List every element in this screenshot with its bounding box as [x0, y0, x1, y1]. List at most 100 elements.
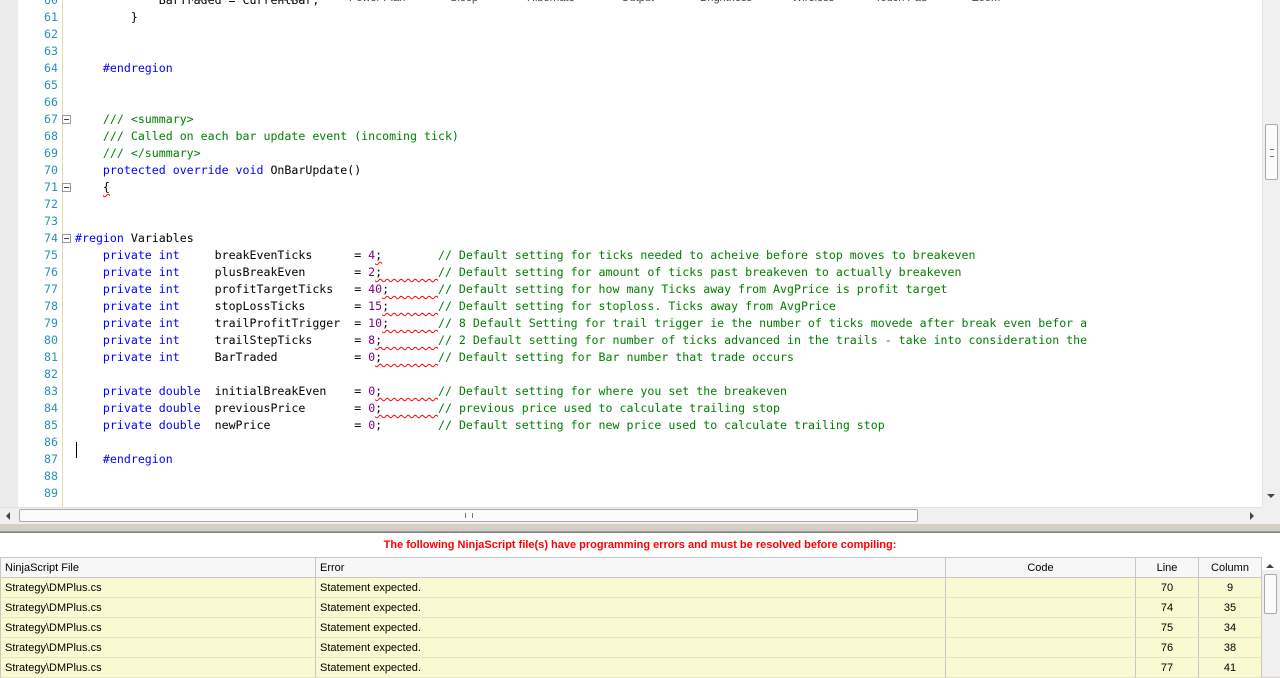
- code-line[interactable]: 86: [0, 434, 1262, 451]
- code-token: private double: [102, 401, 201, 415]
- scroll-up-arrow-icon[interactable]: [1266, 564, 1274, 568]
- line-number: 73: [44, 214, 58, 228]
- code-line[interactable]: 66: [0, 94, 1262, 111]
- error-list-vertical-scrollbar[interactable]: [1262, 564, 1280, 677]
- code-line[interactable]: 81 private int BarTraded = 0; // Default…: [0, 349, 1262, 366]
- code-token: trailProfitTrigger =: [179, 316, 369, 330]
- code-lines[interactable]: 60 BarTraded = CurrentBar; 61 } 62 63 64 #en…: [0, 0, 1262, 502]
- code-line[interactable]: 71 {: [0, 179, 1262, 196]
- code-token: private int: [102, 350, 180, 364]
- code-line[interactable]: 84 private double previousPrice = 0; // …: [0, 400, 1262, 417]
- code-line[interactable]: 74 #region Variables: [0, 230, 1262, 247]
- error-row[interactable]: Strategy\DMPlus.cs Statement expected. 76 3…: [0, 638, 1262, 658]
- collapse-minus-icon[interactable]: [62, 183, 71, 192]
- panel-splitter[interactable]: [0, 524, 1280, 532]
- line-number: 65: [44, 78, 58, 92]
- code-token: #endregion: [102, 452, 173, 466]
- code-line[interactable]: 69 /// </summary>: [0, 145, 1262, 162]
- line-cell: 74: [1136, 598, 1199, 618]
- code-token: ;: [375, 418, 438, 432]
- code-line[interactable]: 89: [0, 485, 1262, 502]
- code-text: private double newPrice = 0; // Default …: [75, 417, 885, 434]
- collapse-minus-icon[interactable]: [62, 115, 71, 124]
- code-line[interactable]: 61 }: [0, 9, 1262, 26]
- code-line[interactable]: 88: [0, 468, 1262, 485]
- editor-vertical-scrollbar[interactable]: [1262, 0, 1280, 507]
- column-header-line[interactable]: Line: [1136, 557, 1199, 578]
- code-token: OnBarUpdate(): [263, 163, 362, 177]
- line-number: 70: [44, 163, 58, 177]
- code-line[interactable]: 76 private int plusBreakEven = 2; // Def…: [0, 264, 1262, 281]
- vertical-scroll-thumb[interactable]: [1265, 124, 1278, 180]
- code-text: private int trailProfitTrigger = 10; // …: [75, 315, 1087, 332]
- scroll-left-arrow-icon[interactable]: [6, 512, 10, 520]
- code-text: #endregion: [75, 451, 173, 468]
- code-line[interactable]: 67 /// <summary>: [0, 111, 1262, 128]
- column-header-code[interactable]: Code: [946, 557, 1136, 578]
- code-line[interactable]: 85 private double newPrice = 0; // Defau…: [0, 417, 1262, 434]
- code-cell: [946, 618, 1136, 638]
- code-line[interactable]: 73: [0, 213, 1262, 230]
- code-editor[interactable]: 60 BarTraded = CurrentBar; 61 } 62 63 64 #en…: [0, 0, 1280, 507]
- code-line[interactable]: 83 private double initialBreakEven = 0; …: [0, 383, 1262, 400]
- editor-horizontal-scrollbar[interactable]: [0, 507, 1262, 524]
- error-row[interactable]: Strategy\DMPlus.cs Statement expected. 75 3…: [0, 618, 1262, 638]
- scroll-right-arrow-icon[interactable]: [1250, 512, 1254, 520]
- line-cell: 77: [1136, 658, 1199, 678]
- code-line[interactable]: 63: [0, 43, 1262, 60]
- code-text: private int BarTraded = 0; // Default se…: [75, 349, 794, 366]
- code-token: // 8 Default Setting for trail trigger i…: [437, 316, 1088, 330]
- code-token: ;: [382, 299, 438, 313]
- code-line[interactable]: 65: [0, 77, 1262, 94]
- code-token: // Default setting for ticks needed to a…: [437, 248, 976, 262]
- horizontal-scroll-thumb[interactable]: [19, 509, 918, 522]
- code-line[interactable]: 70 protected override void OnBarUpdate(): [0, 162, 1262, 179]
- code-line[interactable]: 79 private int trailProfitTrigger = 10; …: [0, 315, 1262, 332]
- line-number: 78: [44, 299, 58, 313]
- collapse-minus-icon[interactable]: [62, 234, 71, 243]
- column-header-error[interactable]: Error: [316, 557, 946, 578]
- code-line[interactable]: 78 private int stopLossTicks = 15; // De…: [0, 298, 1262, 315]
- code-line[interactable]: 72: [0, 196, 1262, 213]
- code-token: // Default setting for how many Ticks aw…: [437, 282, 948, 296]
- error-cell: Statement expected.: [316, 618, 946, 638]
- code-text: /// <summary>: [75, 111, 194, 128]
- column-header-column[interactable]: Column: [1199, 557, 1262, 578]
- error-scroll-thumb[interactable]: [1264, 574, 1277, 614]
- code-token: // previous price used to calculate trai…: [438, 401, 781, 415]
- code-token: ;: [375, 350, 438, 364]
- code-line[interactable]: 87 #endregion: [0, 451, 1262, 468]
- overlay-label: Sleep: [450, 0, 478, 4]
- code-token: private int: [102, 333, 180, 347]
- scroll-down-arrow-icon[interactable]: [1267, 494, 1275, 498]
- code-line[interactable]: 77 private int profitTargetTicks = 40; /…: [0, 281, 1262, 298]
- line-number: 68: [44, 129, 58, 143]
- error-list-panel: The following NinjaScript file(s) have p…: [0, 532, 1280, 678]
- overlay-label: Hibernate: [527, 0, 575, 4]
- code-line[interactable]: 62: [0, 26, 1262, 43]
- line-number: 75: [44, 248, 58, 262]
- code-token: initialBreakEven =: [200, 384, 369, 398]
- code-token: /// <summary>: [75, 112, 194, 126]
- code-line[interactable]: 64 #endregion: [0, 60, 1262, 77]
- code-line[interactable]: 82: [0, 366, 1262, 383]
- code-text: {: [75, 179, 110, 196]
- code-token: 10: [368, 316, 383, 330]
- error-row[interactable]: Strategy\DMPlus.cs Statement expected. 77 4…: [0, 658, 1262, 678]
- error-row[interactable]: Strategy\DMPlus.cs Statement expected. 74 3…: [0, 598, 1262, 618]
- code-line[interactable]: 75 private int breakEvenTicks = 4; // De…: [0, 247, 1262, 264]
- code-line[interactable]: 80 private int trailStepTicks = 8; // 2 …: [0, 332, 1262, 349]
- line-cell: 76: [1136, 638, 1199, 658]
- error-row[interactable]: Strategy\DMPlus.cs Statement expected. 70 9: [0, 578, 1262, 598]
- code-line[interactable]: 68 /// Called on each bar update event (…: [0, 128, 1262, 145]
- column-header-file[interactable]: NinjaScript File: [0, 557, 316, 578]
- line-number: 67: [44, 112, 58, 126]
- line-number: 71: [44, 180, 58, 194]
- code-text: private int breakEvenTicks = 4; // Defau…: [75, 247, 976, 264]
